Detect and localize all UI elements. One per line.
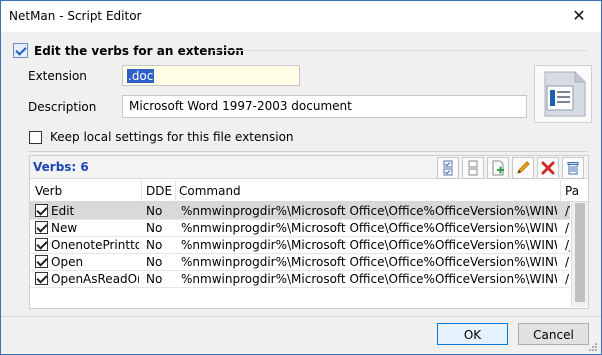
title-bar[interactable]: NetMan - Script Editor ✕ <box>1 1 601 32</box>
row-checkbox[interactable] <box>35 238 48 251</box>
row-command: %nmwinprogdir%\Microsoft Office\Office%O… <box>181 204 557 218</box>
vertical-scrollbar[interactable] <box>571 202 588 307</box>
check-all-icon[interactable] <box>437 157 459 179</box>
row-dde: No <box>146 272 163 286</box>
section-divider <box>29 151 587 152</box>
add-icon[interactable] <box>487 157 509 179</box>
dialog-footer: OK Cancel <box>1 316 601 354</box>
row-checkbox[interactable] <box>35 221 48 234</box>
column-header-dde[interactable]: DDE <box>146 184 172 198</box>
row-params: /n <box>565 221 570 235</box>
row-checkbox[interactable] <box>35 255 48 268</box>
description-input[interactable]: Microsoft Word 1997-2003 document <box>122 95 527 118</box>
verbs-header: Verbs: 6 <box>30 156 588 179</box>
keep-local-checkbox[interactable] <box>29 130 42 144</box>
row-verb: OpenAsReadOnly <box>51 272 139 286</box>
row-params: /n <box>565 255 570 269</box>
column-separator[interactable] <box>560 180 561 201</box>
extension-label: Extension <box>28 69 87 83</box>
row-command: %nmwinprogdir%\Microsoft Office\Office%O… <box>181 255 557 269</box>
row-params: /h <box>565 272 570 286</box>
row-verb: Edit <box>51 204 75 218</box>
verbs-toolbar <box>437 157 584 179</box>
table-row[interactable]: OnenotePrintto No %nmwinprogdir%\Microso… <box>30 236 570 254</box>
row-checkbox[interactable] <box>35 272 48 285</box>
group-divider <box>213 50 587 51</box>
row-dde: No <box>146 221 163 235</box>
description-value: Microsoft Word 1997-2003 document <box>129 99 352 113</box>
row-command: %nmwinprogdir%\Microsoft Office\Office%O… <box>181 221 557 235</box>
trash-icon[interactable] <box>562 157 584 179</box>
table-header: Verb DDE Command Pa <box>30 180 588 202</box>
keep-local-settings[interactable]: Keep local settings for this file extens… <box>29 130 294 144</box>
row-params: /j <box>565 238 570 252</box>
row-dde: No <box>146 238 163 252</box>
row-command: %nmwinprogdir%\Microsoft Office\Office%O… <box>181 238 557 252</box>
verbs-panel: Verbs: 6 Verb DDE Command Pa Edit No %nm… <box>29 155 589 309</box>
row-dde: No <box>146 204 163 218</box>
table-row[interactable]: Edit No %nmwinprogdir%\Microsoft Office\… <box>30 202 570 220</box>
row-params: /V <box>565 204 570 218</box>
cancel-button[interactable]: Cancel <box>518 323 589 345</box>
window-title: NetMan - Script Editor <box>9 9 142 23</box>
row-verb: Open <box>51 255 84 269</box>
row-command: %nmwinprogdir%\Microsoft Office\Office%O… <box>181 272 557 286</box>
row-dde: No <box>146 255 163 269</box>
column-separator[interactable] <box>175 180 176 201</box>
document-type-icon[interactable] <box>534 65 592 123</box>
table-row[interactable]: OpenAsReadOnly No %nmwinprogdir%\Microso… <box>30 270 570 288</box>
description-label: Description <box>28 100 97 114</box>
row-verb: OnenotePrintto <box>51 238 139 252</box>
table-row[interactable]: Open No %nmwinprogdir%\Microsoft Office\… <box>30 253 570 271</box>
keep-local-label: Keep local settings for this file extens… <box>50 130 294 144</box>
table-row[interactable]: New No %nmwinprogdir%\Microsoft Office\O… <box>30 219 570 237</box>
verbs-count: Verbs: 6 <box>33 160 89 174</box>
column-header-verb[interactable]: Verb <box>35 184 62 198</box>
column-header-command[interactable]: Command <box>179 184 241 198</box>
script-editor-window: NetMan - Script Editor ✕ Edit the verbs … <box>0 0 602 355</box>
column-separator[interactable] <box>141 180 142 201</box>
delete-icon[interactable] <box>537 157 559 179</box>
extension-input[interactable]: .doc <box>122 65 300 86</box>
scrollbar-thumb[interactable] <box>575 203 585 302</box>
column-header-params[interactable]: Pa <box>565 184 579 198</box>
checklist-icon <box>13 43 28 58</box>
group-header: Edit the verbs for an extension <box>13 43 244 58</box>
uncheck-all-icon[interactable] <box>462 157 484 179</box>
row-verb: New <box>51 221 78 235</box>
edit-icon[interactable] <box>512 157 534 179</box>
close-icon[interactable]: ✕ <box>565 4 593 28</box>
extension-value: .doc <box>127 69 155 83</box>
row-checkbox[interactable] <box>35 204 48 217</box>
resize-grip-icon[interactable] <box>588 342 598 352</box>
ok-button[interactable]: OK <box>437 323 508 345</box>
